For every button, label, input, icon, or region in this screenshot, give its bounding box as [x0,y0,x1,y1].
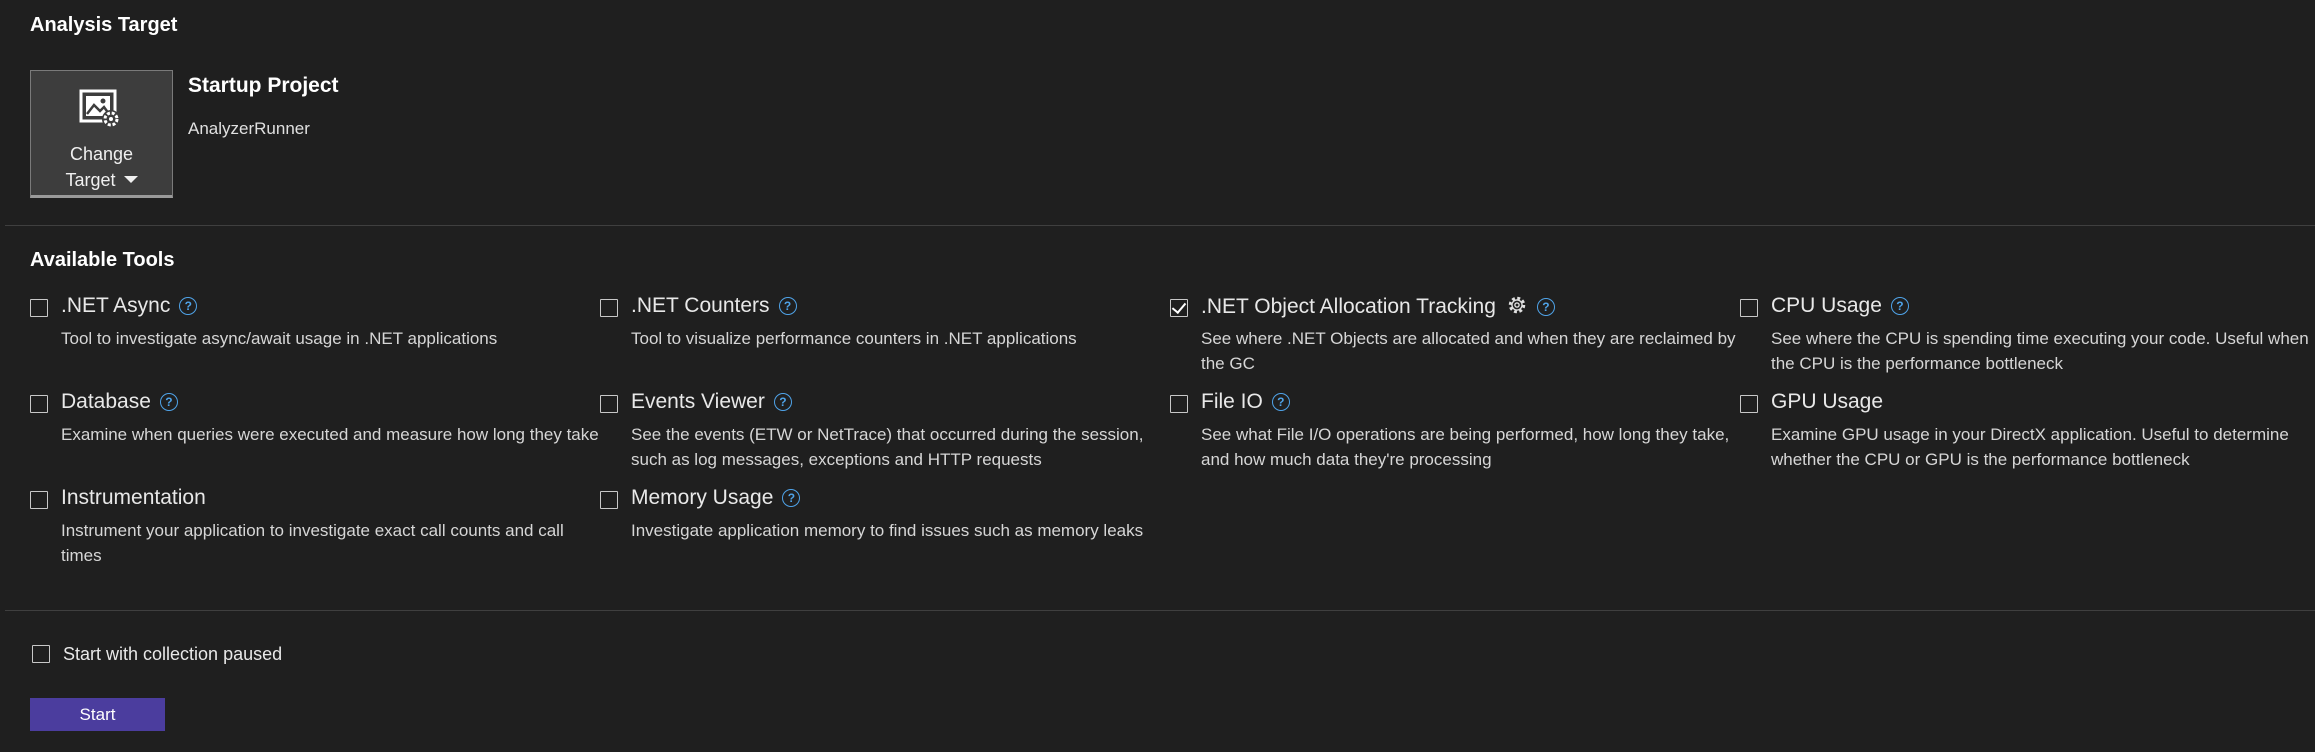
tool-name[interactable]: Memory Usage [631,486,773,509]
tool-name[interactable]: Database [61,390,151,413]
dropdown-caret-icon [123,176,138,183]
tool-events-viewer: Events Viewer? See the events (ETW or Ne… [600,390,1160,469]
tool-checkbox[interactable] [1740,299,1758,317]
tool-description: Examine GPU usage in your DirectX applic… [1771,425,2289,469]
help-icon[interactable]: ? [1536,298,1555,316]
collection-paused-checkbox[interactable] [32,645,50,663]
tool-database: Database? Examine when queries were exec… [30,390,599,444]
tool-checkbox[interactable] [600,395,618,413]
tool-checkbox[interactable] [600,299,618,317]
change-target-button[interactable]: Change Target [30,70,173,198]
tool-dotnet-async: .NET Async? Tool to investigate async/aw… [30,294,590,348]
help-icon[interactable]: ? [782,489,801,507]
help-icon[interactable]: ? [159,393,178,411]
profiler-page: Analysis Target Change Target Startup Pr… [0,0,2315,752]
tool-description: Tool to investigate async/await usage in… [61,329,498,348]
tool-cpu-usage: CPU Usage? See where the CPU is spending… [1740,294,2309,373]
tool-description: See where the CPU is spending time execu… [1771,329,2309,373]
tool-file-io: File IO? See what File I/O operations ar… [1170,390,1730,469]
analysis-target-title: Analysis Target [30,14,178,36]
tool-name[interactable]: Instrumentation [61,486,206,509]
available-tools-title: Available Tools [30,249,175,271]
startup-project-title: Startup Project [188,74,339,97]
divider [5,610,2315,611]
tool-description: Tool to visualize performance counters i… [631,329,1077,348]
tool-checkbox[interactable] [30,491,48,509]
tool-checkbox[interactable] [30,395,48,413]
tool-description: See where .NET Objects are allocated and… [1201,329,1736,373]
tool-checkbox[interactable] [1170,299,1188,317]
tool-checkbox[interactable] [1740,395,1758,413]
change-target-line2: Target [65,170,116,190]
gear-icon[interactable] [1506,294,1528,316]
tool-checkbox[interactable] [1170,395,1188,413]
tool-description: Investigate application memory to find i… [631,521,1144,540]
tool-description: Instrument your application to investiga… [61,521,564,565]
help-icon[interactable]: ? [778,297,797,315]
change-target-label: Change Target [31,141,172,193]
tool-name[interactable]: .NET Object Allocation Tracking [1201,295,1496,318]
tool-name[interactable]: CPU Usage [1771,294,1882,317]
tool-gpu-usage: GPU Usage Examine GPU usage in your Dire… [1740,390,2300,469]
tool-name[interactable]: .NET Counters [631,294,770,317]
help-icon[interactable]: ? [179,297,198,315]
tool-checkbox[interactable] [30,299,48,317]
tool-description: See the events (ETW or NetTrace) that oc… [631,425,1144,469]
tool-dotnet-counters: .NET Counters? Tool to visualize perform… [600,294,1160,348]
help-icon[interactable]: ? [773,393,792,411]
tool-name[interactable]: .NET Async [61,294,170,317]
tool-description: See what File I/O operations are being p… [1201,425,1730,469]
change-target-line1: Change [69,144,134,164]
tool-dotnet-object-allocation: .NET Object Allocation Tracking? See whe… [1170,294,1736,373]
help-icon[interactable]: ? [1890,297,1909,315]
tool-description: Examine when queries were executed and m… [61,425,599,444]
tool-name[interactable]: GPU Usage [1771,390,1883,413]
collection-paused-label[interactable]: Start with collection paused [63,644,282,665]
startup-project-name: AnalyzerRunner [188,119,310,138]
start-button[interactable]: Start [30,698,165,731]
tool-checkbox[interactable] [600,491,618,509]
tool-name[interactable]: File IO [1201,390,1263,413]
target-image-gear-icon [79,89,120,128]
tool-name[interactable]: Events Viewer [631,390,765,413]
divider [5,225,2315,226]
tool-memory-usage: Memory Usage? Investigate application me… [600,486,1160,540]
tool-instrumentation: Instrumentation Instrument your applicat… [30,486,590,565]
help-icon[interactable]: ? [1271,393,1290,411]
